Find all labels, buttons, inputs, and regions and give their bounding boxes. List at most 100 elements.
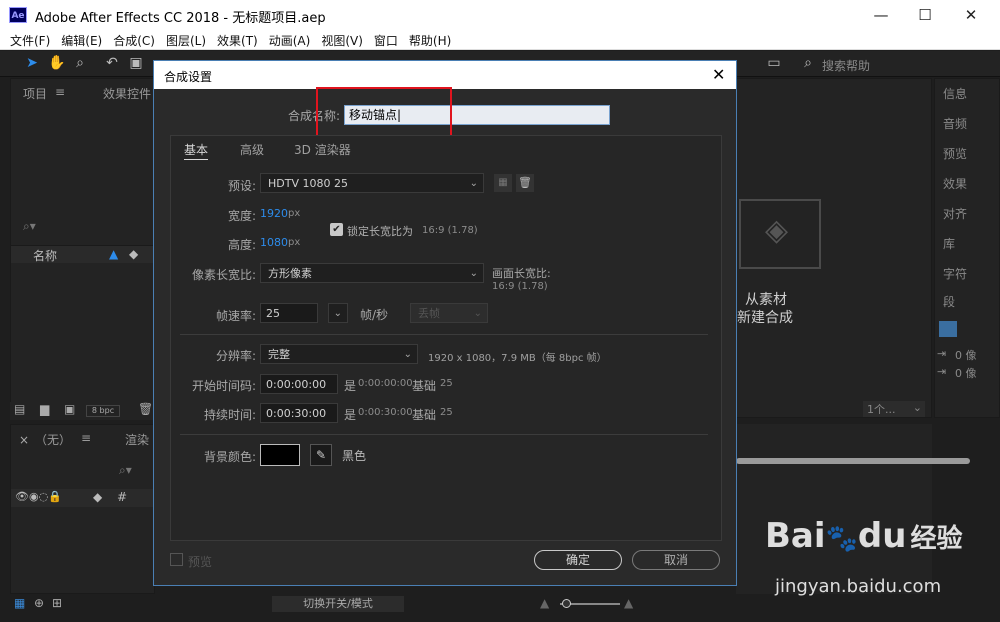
panel-info[interactable]: 信息: [943, 85, 967, 102]
zoom-slider[interactable]: [560, 599, 620, 608]
watermark-url: jingyan.baidu.com: [775, 576, 942, 597]
menu-window[interactable]: 窗口: [374, 32, 398, 49]
tab-project[interactable]: 项目: [23, 85, 47, 102]
close-tab-icon[interactable]: ×: [19, 433, 29, 447]
indent-value-1[interactable]: 0 像: [955, 347, 977, 363]
timeline-search-icon[interactable]: ⌕▾: [119, 463, 132, 478]
panel-audio[interactable]: 音频: [943, 115, 967, 132]
delete-preset-icon[interactable]: 🗑: [516, 174, 534, 192]
lock-aspect-checkbox[interactable]: ✔: [330, 223, 343, 236]
menu-layer[interactable]: 图层(L): [166, 32, 206, 49]
window-title-bar: Ae Adobe After Effects CC 2018 - 无标题项目.a…: [0, 0, 1000, 30]
panel-preview[interactable]: 预览: [943, 145, 967, 162]
start-base-value: 25: [440, 378, 453, 389]
framerate-unit: 帧/秒: [360, 308, 389, 322]
resolution-value: 完整: [268, 348, 290, 361]
work-area-bar[interactable]: [736, 458, 970, 464]
minimize-button[interactable]: —: [858, 0, 904, 30]
zoom-in-icon[interactable]: ▲: [624, 596, 633, 610]
label-column-icon[interactable]: ◆: [93, 490, 102, 504]
eyedropper-icon[interactable]: ✎: [310, 444, 332, 466]
watermark-logo: Bai🐾du 经验: [765, 516, 962, 556]
interpret-footage-icon[interactable]: ▤: [14, 402, 25, 416]
indent-value-2[interactable]: 0 像: [955, 365, 977, 381]
timeline-panel: × （无） ≡ 渲染 ⌕▾ 👁◉◌🔒 ◆ #: [10, 424, 156, 594]
graph-icon[interactable]: ⊕: [34, 596, 44, 610]
save-preset-icon[interactable]: ▦: [494, 174, 512, 192]
selection-tool-icon[interactable]: ➤: [24, 55, 40, 71]
chevron-down-icon: ⌄: [333, 308, 342, 319]
indent-icon: ⇥: [937, 347, 947, 360]
zoom-slider-handle[interactable]: [562, 599, 571, 608]
project-panel: 项目 ≡ 效果控件 ⌕▾ 名称 ▲ ◆: [10, 78, 156, 418]
delete-icon[interactable]: 🗑: [138, 402, 153, 416]
tab-basic[interactable]: 基本: [184, 141, 209, 160]
menu-composition[interactable]: 合成(C): [113, 32, 155, 49]
menu-help[interactable]: 帮助(H): [409, 32, 451, 49]
menu-effect[interactable]: 效果(T): [217, 32, 258, 49]
menu-animation[interactable]: 动画(A): [269, 32, 311, 49]
chevron-down-icon: ⌄: [469, 178, 478, 189]
rotate-tool-icon[interactable]: ↶: [104, 55, 120, 71]
resolution-label: 分辨率:: [215, 349, 256, 363]
tab-advanced[interactable]: 高级: [240, 141, 264, 158]
render-icon[interactable]: ▦: [14, 596, 25, 610]
menu-edit[interactable]: 编辑(E): [61, 32, 102, 49]
menu-file[interactable]: 文件(F): [10, 32, 50, 49]
bg-color-swatch[interactable]: [260, 444, 300, 466]
close-icon[interactable]: ✕: [712, 65, 725, 84]
hand-tool-icon[interactable]: ✋: [48, 55, 65, 71]
width-unit: px: [288, 208, 301, 219]
maximize-button[interactable]: ☐: [902, 0, 948, 30]
search-help-input[interactable]: 搜索帮助: [822, 57, 870, 74]
preview-checkbox[interactable]: [170, 553, 183, 566]
folder-icon[interactable]: ▆: [40, 402, 49, 416]
menu-view[interactable]: 视图(V): [321, 32, 363, 49]
label-icon[interactable]: ◆: [129, 247, 138, 261]
align-left-icon[interactable]: [939, 321, 957, 337]
duration-label: 持续时间:: [203, 408, 256, 422]
cancel-button[interactable]: 取消: [632, 550, 720, 570]
camera-tool-icon[interactable]: ▣: [128, 55, 144, 71]
timeline-menu-icon[interactable]: ≡: [81, 431, 91, 445]
width-value[interactable]: 1920: [260, 207, 288, 220]
project-menu-icon[interactable]: ≡: [55, 85, 65, 99]
zoom-out-icon[interactable]: ▲: [540, 596, 549, 610]
tab-effect-controls[interactable]: 效果控件: [103, 85, 151, 102]
project-search-icon[interactable]: ⌕▾: [23, 219, 36, 234]
panel-character[interactable]: 字符: [943, 265, 967, 282]
frame-blend-icon[interactable]: ⊞: [52, 596, 62, 610]
framerate-input[interactable]: 25: [260, 303, 318, 323]
height-unit: px: [288, 237, 301, 248]
panel-library[interactable]: 库: [943, 235, 955, 252]
start-timecode-display: 0:00:00:00: [358, 378, 413, 389]
sort-icon[interactable]: ▲: [109, 247, 118, 261]
zoom-tool-icon[interactable]: ⌕: [72, 55, 88, 71]
tab-3d-renderer[interactable]: 3D 渲染器: [294, 141, 351, 158]
bg-color-label: 背景颜色:: [203, 450, 256, 464]
name-column-header[interactable]: 名称: [33, 247, 57, 264]
view-count-dropdown[interactable]: 1个... ⌄: [863, 401, 925, 417]
start-timecode-input[interactable]: 0:00:00:00: [260, 374, 338, 394]
new-from-footage-line2[interactable]: 新建合成: [737, 307, 793, 327]
new-composition-icon[interactable]: ▣: [64, 402, 75, 416]
close-window-button[interactable]: ✕: [948, 0, 994, 30]
toggle-switches-button[interactable]: 切换开关/模式: [272, 596, 404, 612]
tab-timeline-none[interactable]: （无）: [35, 431, 71, 448]
resolution-dropdown[interactable]: 完整 ⌄: [260, 344, 418, 364]
new-comp-from-footage-icon[interactable]: ◈: [739, 199, 821, 269]
av-switches-icon[interactable]: 👁◉◌🔒: [15, 490, 62, 503]
new-from-footage-line1[interactable]: 从素材: [745, 289, 787, 309]
bpc-button[interactable]: 8 bpc: [86, 405, 120, 417]
duration-input[interactable]: 0:00:30:00: [260, 403, 338, 423]
height-value[interactable]: 1080: [260, 236, 288, 249]
ok-button[interactable]: 确定: [534, 550, 622, 570]
preset-dropdown[interactable]: HDTV 1080 25 ⌄: [260, 173, 484, 193]
tab-render-queue[interactable]: 渲染: [125, 431, 149, 448]
pixel-aspect-dropdown[interactable]: 方形像素 ⌄: [260, 263, 484, 283]
panel-paragraph[interactable]: 段: [943, 293, 955, 310]
workspace-icon[interactable]: ▭: [766, 55, 782, 71]
framerate-dropdown[interactable]: ⌄: [328, 303, 348, 323]
panel-effects[interactable]: 效果: [943, 175, 967, 192]
panel-align[interactable]: 对齐: [943, 205, 967, 222]
